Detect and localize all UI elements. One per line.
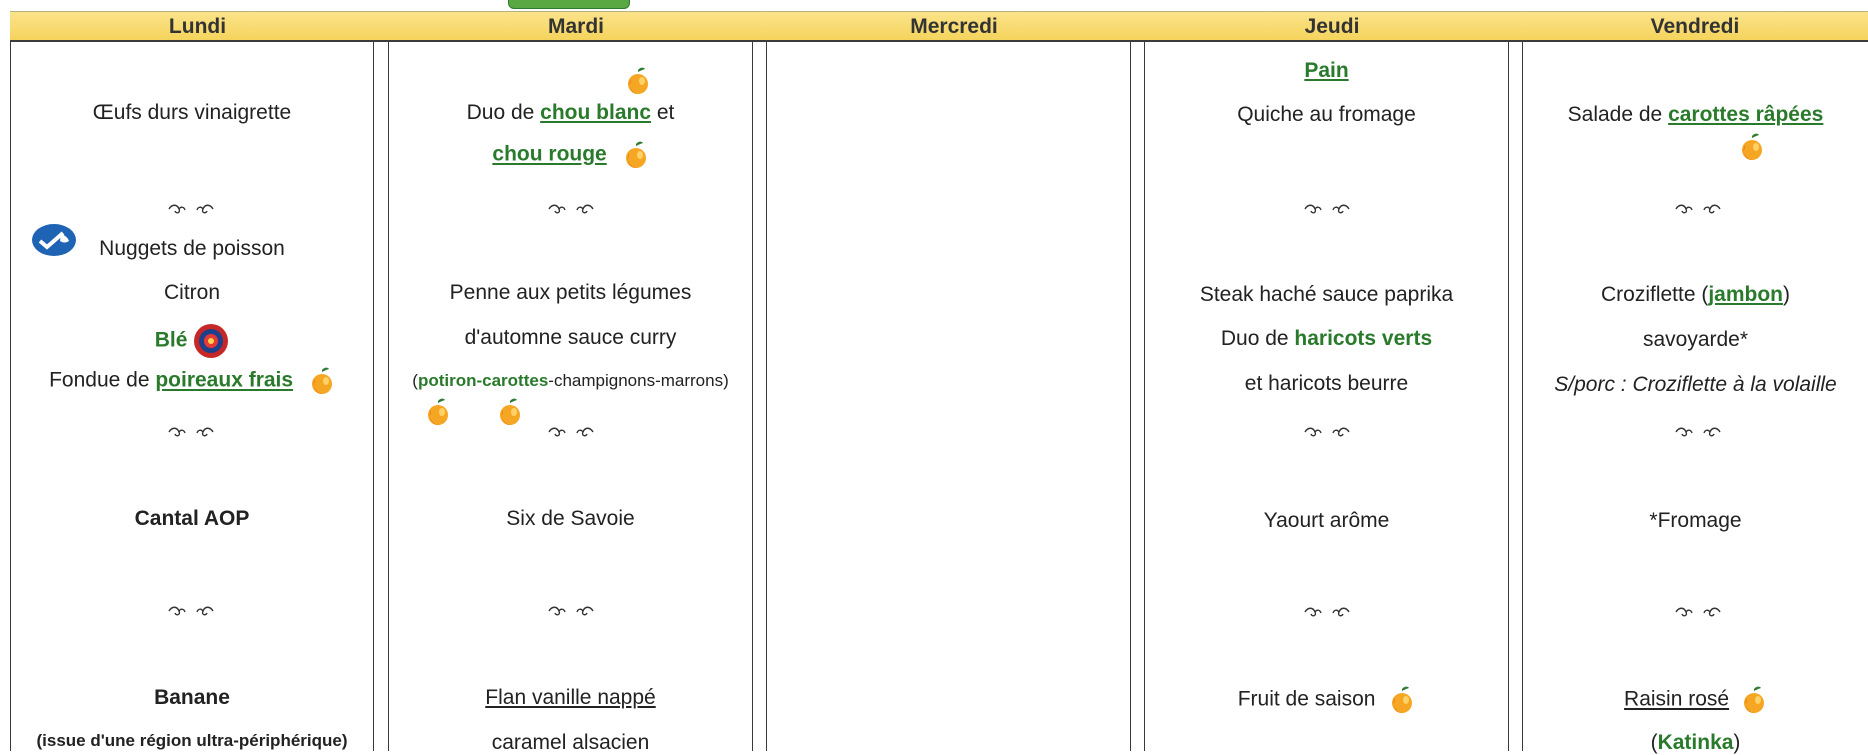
vendredi-entree-link: carottes râpées bbox=[1668, 103, 1824, 126]
day-jeudi: Jeudi bbox=[1304, 15, 1360, 38]
mardi-entree-link2: chou rouge bbox=[492, 142, 607, 166]
jeudi-plat-line2-prefix: Duo de bbox=[1220, 327, 1295, 350]
jeudi-plat-line3: et haricots beurre bbox=[1244, 372, 1409, 395]
mardi-plat-paren-rest: -champignons-marrons) bbox=[548, 371, 729, 390]
mardi-plat-line2: d'automne sauce curry bbox=[464, 326, 677, 349]
peach-seasonal-icon bbox=[1739, 133, 1765, 161]
lundi-dessert-note: (issue d'une région ultra-périphérique) bbox=[36, 731, 348, 750]
peach-seasonal-icon bbox=[425, 398, 451, 426]
mardi-dessert-line1: Flan vanille nappé bbox=[485, 686, 656, 709]
jeudi-plat-line2-green: haricots verts bbox=[1294, 327, 1433, 350]
vendredi-plat-line2: savoyarde* bbox=[1642, 328, 1749, 351]
mardi-entree-mid: et bbox=[651, 101, 675, 124]
day-mardi: Mardi bbox=[547, 15, 604, 38]
mardi-entree-link1: chou blanc bbox=[540, 101, 652, 124]
mardi-plat-line1: Penne aux petits légumes bbox=[449, 281, 692, 304]
days-header: Lundi Mardi Mercredi Jeudi Vendredi bbox=[10, 11, 1868, 42]
label-rouge-icon bbox=[194, 324, 229, 358]
ornament-separator-icon bbox=[1668, 602, 1728, 622]
ornament-separator-icon bbox=[161, 422, 221, 442]
column-mercredi bbox=[766, 41, 1131, 751]
peach-seasonal-icon bbox=[1389, 686, 1415, 714]
lundi-plat-garnish: Citron bbox=[163, 281, 221, 304]
vendredi-plat-prefix: Croziflette ( bbox=[1600, 283, 1709, 306]
lundi-feculent: Blé bbox=[154, 328, 188, 352]
day-vendredi: Vendredi bbox=[1650, 15, 1740, 38]
ornament-separator-icon bbox=[541, 422, 601, 442]
lundi-fromage: Cantal AOP bbox=[134, 507, 250, 530]
lundi-dessert: Banane bbox=[154, 686, 230, 709]
lundi-legume-prefix: Fondue de bbox=[49, 368, 156, 392]
mardi-plat-paren-green: potiron-carottes bbox=[417, 371, 549, 390]
jeudi-pain: Pain bbox=[1304, 59, 1349, 82]
vendredi-dessert: Raisin rosé bbox=[1624, 687, 1730, 711]
jeudi-plat-line1: Steak haché sauce paprika bbox=[1199, 283, 1454, 306]
ornament-separator-icon bbox=[541, 601, 601, 621]
mardi-fromage: Six de Savoie bbox=[506, 507, 635, 530]
vendredi-plat-suffix: ) bbox=[1783, 283, 1791, 306]
vendredi-plat-link: jambon bbox=[1708, 283, 1784, 306]
day-lundi: Lundi bbox=[168, 15, 227, 38]
column-mardi: Duo de chou blanc et chou rouge Penne au… bbox=[388, 41, 753, 754]
peach-seasonal-icon bbox=[623, 141, 649, 169]
peach-seasonal-icon bbox=[1741, 686, 1767, 714]
ornament-separator-icon bbox=[1297, 199, 1357, 219]
column-jeudi: Pain Quiche au fromage Steak haché sauce… bbox=[1144, 41, 1509, 751]
mardi-dessert-line2: caramel alsacien bbox=[491, 731, 650, 754]
vendredi-entree-prefix: Salade de bbox=[1567, 103, 1669, 126]
jeudi-entree: Quiche au fromage bbox=[1237, 103, 1416, 126]
peach-seasonal-icon bbox=[497, 398, 523, 426]
peach-seasonal-icon bbox=[309, 367, 335, 395]
ornament-separator-icon bbox=[1297, 422, 1357, 442]
ornament-separator-icon bbox=[161, 601, 221, 621]
lundi-plat: Nuggets de poisson bbox=[99, 237, 285, 260]
ornament-separator-icon bbox=[161, 199, 221, 219]
column-lundi: Œufs durs vinaigrette Nuggets de poisson… bbox=[10, 41, 374, 751]
lundi-entree: Œufs durs vinaigrette bbox=[92, 101, 292, 124]
ornament-separator-icon bbox=[1668, 199, 1728, 219]
top-tab bbox=[508, 0, 630, 9]
column-vendredi: Salade de carottes râpées Croziflette (j… bbox=[1522, 41, 1868, 754]
mardi-entree-prefix: Duo de bbox=[466, 101, 541, 124]
lundi-legume-link: poireaux frais bbox=[155, 368, 294, 392]
ornament-separator-icon bbox=[1668, 422, 1728, 442]
jeudi-dessert: Fruit de saison bbox=[1237, 687, 1376, 711]
peach-seasonal-icon bbox=[625, 67, 651, 95]
ornament-separator-icon bbox=[1297, 602, 1357, 622]
vendredi-fromage: *Fromage bbox=[1649, 509, 1742, 532]
jeudi-laitage: Yaourt arôme bbox=[1263, 509, 1390, 532]
vendredi-plat-alt: S/porc : Croziflette à la volaille bbox=[1554, 373, 1837, 396]
ornament-separator-icon bbox=[541, 199, 601, 219]
day-mercredi: Mercredi bbox=[910, 15, 998, 38]
